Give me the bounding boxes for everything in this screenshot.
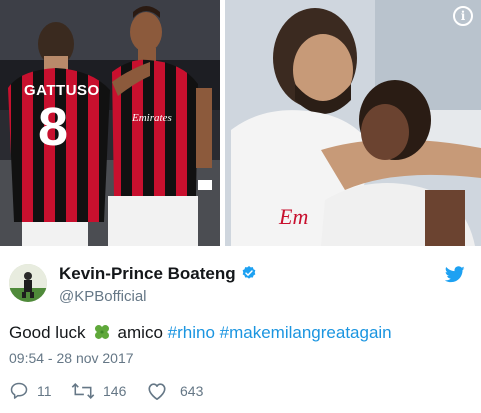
retweet-button[interactable]: 146 [71,380,141,402]
reply-count: 11 [37,383,52,399]
tweet-author: Kevin-Prince Boateng @KPBofficial [9,262,473,306]
verified-badge-icon [242,266,255,279]
shirt-sponsor-partial: Em [279,204,309,229]
avatar[interactable] [9,264,47,302]
tweet-media[interactable]: GATTUSO 8 Emirates Em i [0,0,481,246]
photo-left[interactable]: GATTUSO 8 Emirates [0,0,220,246]
four-leaf-clover-icon [94,325,109,339]
reply-button[interactable]: 11 [9,380,59,402]
info-icon[interactable]: i [453,6,473,26]
author-handle[interactable]: @KPBofficial [59,288,147,305]
author-name-text[interactable]: Kevin-Prince Boateng [59,264,236,283]
tweet-text: Good luck amico #rhino #makemilangreatag… [9,322,392,343]
hashtag-link[interactable]: #rhino [168,323,215,342]
tweet-text-end: amico [117,323,163,342]
like-button[interactable]: 643 [146,380,216,402]
hashtag-link[interactable]: #makemilangreatagain [220,323,392,342]
like-icon [148,383,166,400]
reply-icon [10,382,28,399]
shirt-sponsor: Emirates [132,112,172,124]
author-name[interactable]: Kevin-Prince Boateng [59,264,257,284]
tweet-card: GATTUSO 8 Emirates Em i Kevin-Prince Boa… [0,0,481,413]
like-count: 643 [180,383,204,399]
photo-right[interactable]: Em i [225,0,481,246]
twitter-bird-icon[interactable] [445,266,465,283]
tweet-timestamp[interactable]: 09:54 - 28 nov 2017 [9,350,134,366]
retweet-count: 146 [103,383,127,399]
tweet-text-start: Good luck [9,323,86,342]
retweet-icon [71,383,95,399]
jersey-number: 8 [38,97,69,157]
